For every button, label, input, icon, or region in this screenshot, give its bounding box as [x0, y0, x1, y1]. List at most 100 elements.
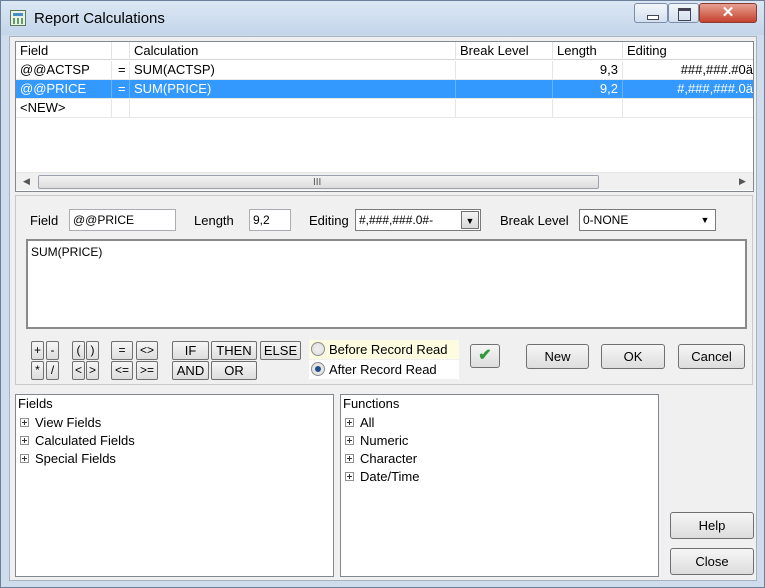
- operator-lessequal-button[interactable]: <=: [111, 361, 133, 380]
- new-button[interactable]: New: [526, 344, 589, 369]
- horizontal-scrollbar[interactable]: ◀ III ▶: [16, 172, 753, 190]
- tree-item-label: Special Fields: [35, 451, 116, 466]
- calculation-editor-panel: Field @@PRICE Length 9,2 Editing #,###,#…: [15, 195, 753, 385]
- radio-icon: [311, 342, 325, 356]
- help-button[interactable]: Help: [670, 512, 754, 539]
- operator-greaterequal-button[interactable]: >=: [136, 361, 158, 380]
- expand-icon[interactable]: [20, 436, 29, 445]
- col-header-break-level[interactable]: Break Level: [456, 42, 553, 60]
- scrollbar-thumb[interactable]: III: [38, 175, 599, 189]
- operator-then-button[interactable]: THEN: [211, 341, 257, 360]
- col-header-eq[interactable]: [112, 42, 130, 60]
- operator-or-button[interactable]: OR: [211, 361, 257, 380]
- cell-field: @@PRICE: [16, 80, 112, 98]
- field-label: Field: [30, 213, 59, 228]
- functions-tree[interactable]: Functions All Numeric Character Date/Tim…: [340, 394, 659, 577]
- cell-eq: =: [112, 61, 130, 79]
- break-level-value: 0-NONE: [583, 213, 629, 227]
- close-button[interactable]: Close: [670, 548, 754, 575]
- chevron-down-icon[interactable]: ▼: [696, 211, 714, 229]
- operator-notequal-button[interactable]: <>: [136, 341, 158, 360]
- tree-item-special-fields[interactable]: Special Fields: [20, 450, 116, 468]
- window-title: Report Calculations: [34, 10, 165, 27]
- close-icon: ✕: [721, 4, 735, 21]
- operator-greater-button[interactable]: >: [86, 361, 99, 380]
- functions-tree-title: Functions: [343, 396, 400, 411]
- title-bar[interactable]: Report Calculations ✕: [1, 1, 764, 35]
- check-syntax-button[interactable]: ✔: [470, 344, 500, 368]
- editing-label: Editing: [309, 213, 349, 228]
- expand-icon[interactable]: [345, 418, 354, 427]
- report-calculations-window: Report Calculations ✕ Field Calculation …: [0, 0, 765, 588]
- grid-header: Field Calculation Break Level Length Edi…: [16, 42, 753, 60]
- col-header-length[interactable]: Length: [553, 42, 623, 60]
- tree-item-character[interactable]: Character: [345, 450, 417, 468]
- radio-selected-icon: [311, 362, 325, 376]
- table-row[interactable]: <NEW>: [16, 99, 753, 118]
- editing-value: #,###,###.0#-: [359, 213, 434, 227]
- tree-item-label: Date/Time: [360, 469, 420, 484]
- tree-item-calculated-fields[interactable]: Calculated Fields: [20, 432, 135, 450]
- break-level-select[interactable]: 0-NONE ▼: [579, 209, 716, 231]
- break-level-label: Break Level: [500, 213, 569, 228]
- operator-and-button[interactable]: AND: [172, 361, 209, 380]
- tree-item-view-fields[interactable]: View Fields: [20, 414, 101, 432]
- calculations-grid[interactable]: Field Calculation Break Level Length Edi…: [15, 41, 754, 192]
- cell-calculation: SUM(ACTSP): [130, 61, 456, 79]
- cell-editing: [623, 99, 753, 117]
- operator-else-button[interactable]: ELSE: [260, 341, 301, 360]
- expand-icon[interactable]: [20, 418, 29, 427]
- operator-equal-button[interactable]: =: [111, 341, 133, 360]
- operator-lparen-button[interactable]: (: [72, 341, 85, 360]
- ok-button[interactable]: OK: [601, 344, 665, 369]
- col-header-editing[interactable]: Editing: [623, 42, 753, 60]
- scrollbar-grip: III: [313, 177, 322, 188]
- operator-if-button[interactable]: IF: [172, 341, 209, 360]
- col-header-field[interactable]: Field: [16, 42, 112, 60]
- chevron-down-icon[interactable]: ▼: [461, 211, 479, 229]
- field-input[interactable]: @@PRICE: [69, 209, 176, 231]
- tree-item-all[interactable]: All: [345, 414, 374, 432]
- tree-item-label: Calculated Fields: [35, 433, 135, 448]
- cell-field: <NEW>: [16, 99, 112, 117]
- cell-editing: ###,###.#0ä: [680, 62, 753, 77]
- editing-combo[interactable]: #,###,###.0#- ▼: [355, 209, 481, 231]
- length-input[interactable]: 9,2: [249, 209, 291, 231]
- expand-icon[interactable]: [345, 454, 354, 463]
- scroll-left-arrow-icon[interactable]: ◀: [18, 173, 35, 190]
- cell-calculation: SUM(PRICE): [130, 80, 456, 98]
- scroll-right-arrow-icon[interactable]: ▶: [734, 173, 751, 190]
- maximize-button[interactable]: [668, 3, 699, 23]
- cell-editing: #,###,###.0ä: [677, 81, 753, 96]
- expand-icon[interactable]: [345, 436, 354, 445]
- operator-plus-button[interactable]: +: [31, 341, 44, 360]
- operator-minus-button[interactable]: -: [46, 341, 59, 360]
- cell-length: [553, 99, 623, 117]
- length-label: Length: [194, 213, 234, 228]
- expand-icon[interactable]: [20, 454, 29, 463]
- tree-item-numeric[interactable]: Numeric: [345, 432, 408, 450]
- operator-less-button[interactable]: <: [72, 361, 85, 380]
- cell-field: @@ACTSP: [16, 61, 112, 79]
- after-record-read-radio[interactable]: After Record Read: [309, 360, 459, 379]
- close-window-button[interactable]: ✕: [699, 3, 757, 23]
- cell-break-level: [456, 99, 553, 117]
- table-row[interactable]: @@PRICE = SUM(PRICE) 9,2 #,###,###.0ä: [16, 80, 753, 99]
- expand-icon[interactable]: [345, 472, 354, 481]
- operator-rparen-button[interactable]: ): [86, 341, 99, 360]
- tree-item-label: Character: [360, 451, 418, 466]
- table-row[interactable]: @@ACTSP = SUM(ACTSP) 9,3 ###,###.#0ä: [16, 61, 753, 80]
- tree-item-date-time[interactable]: Date/Time: [345, 468, 419, 486]
- col-header-calculation[interactable]: Calculation: [130, 42, 456, 60]
- before-record-read-radio[interactable]: Before Record Read: [309, 340, 459, 359]
- operator-divide-button[interactable]: /: [46, 361, 59, 380]
- cell-eq: [112, 99, 130, 117]
- tree-item-label: Numeric: [360, 433, 409, 448]
- fields-tree[interactable]: Fields View Fields Calculated Fields Spe…: [15, 394, 334, 577]
- calculator-icon: [10, 10, 26, 26]
- minimize-button[interactable]: [634, 3, 668, 23]
- cell-eq: =: [112, 80, 130, 98]
- calculation-textarea[interactable]: SUM(PRICE): [26, 239, 747, 329]
- operator-multiply-button[interactable]: *: [31, 361, 44, 380]
- cancel-button[interactable]: Cancel: [678, 344, 745, 369]
